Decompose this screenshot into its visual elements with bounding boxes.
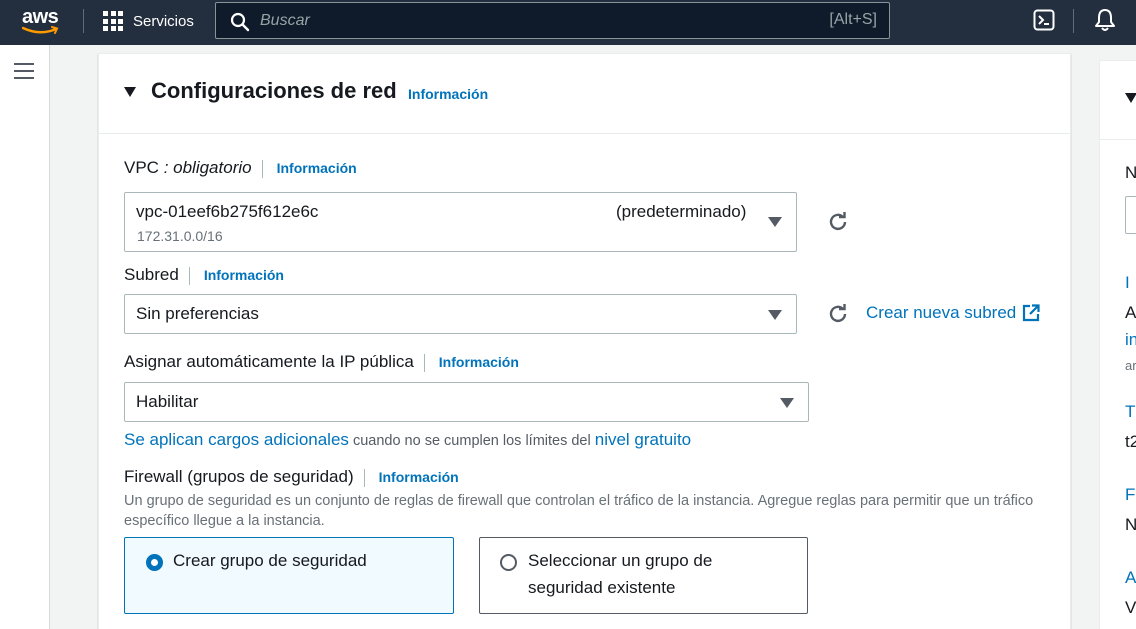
summary-text-fragment[interactable]: Fi bbox=[1125, 485, 1136, 505]
top-navigation-bar: aws Servicios [Alt+S] bbox=[0, 0, 1136, 45]
subnet-select[interactable]: Sin preferencias bbox=[124, 294, 797, 334]
vpc-required-text: : obligatorio bbox=[158, 158, 252, 177]
summary-text-fragment[interactable]: I bbox=[1125, 273, 1130, 293]
side-navigation-collapsed bbox=[0, 45, 50, 629]
collapse-caret-icon[interactable] bbox=[1125, 93, 1136, 103]
chevron-down-icon bbox=[780, 398, 794, 408]
charges-notice: Se aplican cargos adicionales cuando no … bbox=[124, 430, 691, 450]
title-info-link[interactable]: Información bbox=[408, 86, 488, 102]
summary-text-fragment: ar bbox=[1125, 358, 1136, 373]
summary-text-fragment: N bbox=[1125, 163, 1136, 182]
summary-input-fragment[interactable] bbox=[1125, 196, 1136, 234]
panel-header[interactable]: Configuraciones de red Información bbox=[99, 54, 1070, 134]
vpc-cidr: 172.31.0.0/16 bbox=[137, 228, 223, 244]
vpc-info-link[interactable]: Información bbox=[277, 160, 357, 176]
notifications-bell-icon[interactable] bbox=[1094, 8, 1116, 32]
refresh-vpc-icon[interactable] bbox=[826, 210, 850, 234]
aws-logo[interactable]: aws bbox=[20, 6, 64, 36]
vpc-select[interactable]: vpc-01eef6b275f612e6c (predeterminado) 1… bbox=[124, 192, 797, 252]
summary-text-fragment: V bbox=[1125, 598, 1136, 617]
subnet-label: Subred Información bbox=[124, 265, 284, 285]
search-icon bbox=[230, 12, 250, 32]
create-subnet-link[interactable]: Crear nueva subred bbox=[866, 303, 1040, 323]
option-label: Seleccionar un grupo de seguridad existe… bbox=[528, 551, 713, 597]
services-label: Servicios bbox=[133, 12, 194, 30]
firewall-label-text: Firewall (grupos de seguridad) bbox=[124, 467, 354, 486]
public-ip-label: Asignar automáticamente la IP pública Inf… bbox=[124, 352, 519, 372]
services-grid-icon bbox=[103, 11, 123, 31]
radio-selected[interactable] bbox=[146, 554, 163, 571]
public-ip-label-text: Asignar automáticamente la IP pública bbox=[124, 352, 414, 371]
subnet-info-link[interactable]: Información bbox=[204, 267, 284, 283]
vpc-default-tag: (predeterminado) bbox=[616, 202, 747, 221]
create-subnet-link-text: Crear nueva subred bbox=[866, 303, 1017, 322]
additional-charges-link[interactable]: Se aplican cargos adicionales bbox=[124, 430, 349, 449]
summary-text-fragment: t2 bbox=[1125, 432, 1136, 451]
panel-title: Configuraciones de red bbox=[151, 78, 397, 103]
public-ip-select[interactable]: Habilitar bbox=[124, 382, 809, 422]
subnet-select-value: Sin preferencias bbox=[136, 304, 259, 323]
public-ip-select-value: Habilitar bbox=[136, 392, 199, 411]
search-input[interactable] bbox=[260, 9, 820, 33]
external-link-icon bbox=[1023, 304, 1040, 322]
firewall-info-link[interactable]: Información bbox=[379, 469, 459, 485]
panel-divider bbox=[1100, 139, 1136, 140]
create-security-group-option[interactable]: Crear grupo de seguridad bbox=[124, 537, 454, 614]
refresh-subnet-icon[interactable] bbox=[826, 302, 850, 326]
vpc-label: VPC : obligatorio Información bbox=[124, 158, 357, 178]
summary-text-fragment: A bbox=[1125, 303, 1136, 322]
services-menu-button[interactable]: Servicios bbox=[103, 10, 194, 32]
nav-divider bbox=[83, 9, 84, 33]
free-tier-link[interactable]: nivel gratuito bbox=[595, 430, 691, 449]
firewall-description: Un grupo de seguridad es un conjunto de … bbox=[124, 493, 1034, 529]
nav-divider bbox=[1073, 9, 1074, 33]
menu-hamburger-icon[interactable] bbox=[14, 63, 34, 84]
summary-text-fragment[interactable]: in bbox=[1125, 330, 1136, 350]
label-separator bbox=[363, 468, 365, 487]
summary-text-fragment[interactable]: A bbox=[1125, 568, 1136, 588]
aws-smile-icon bbox=[22, 26, 59, 34]
option-label: Crear grupo de seguridad bbox=[173, 551, 367, 570]
public-ip-info-link[interactable]: Información bbox=[439, 354, 519, 370]
firewall-label: Firewall (grupos de seguridad) Informació… bbox=[124, 467, 459, 487]
label-separator bbox=[423, 353, 425, 372]
summary-text-fragment: N bbox=[1125, 515, 1136, 534]
network-settings-panel: Configuraciones de red Información VPC :… bbox=[98, 53, 1071, 629]
search-bar[interactable]: [Alt+S] bbox=[215, 2, 890, 39]
chevron-down-icon bbox=[768, 217, 782, 227]
label-separator bbox=[261, 159, 263, 178]
label-separator bbox=[188, 266, 190, 285]
search-shortcut-hint: [Alt+S] bbox=[829, 11, 877, 28]
subnet-label-text: Subred bbox=[124, 265, 179, 284]
summary-panel-partial: N I A in ar T t2 Fi N A V bbox=[1099, 60, 1136, 629]
cloudshell-icon[interactable] bbox=[1033, 9, 1055, 31]
summary-text-fragment[interactable]: T bbox=[1125, 402, 1135, 422]
collapse-caret-icon[interactable] bbox=[124, 87, 136, 97]
vpc-select-value: vpc-01eef6b275f612e6c bbox=[136, 202, 319, 221]
radio-unselected[interactable] bbox=[500, 554, 517, 571]
chevron-down-icon bbox=[768, 310, 782, 320]
vpc-label-text: VPC bbox=[124, 158, 159, 177]
charges-text: cuando no se cumplen los límites del bbox=[348, 433, 595, 449]
select-existing-security-group-option[interactable]: Seleccionar un grupo de seguridad existe… bbox=[479, 537, 808, 614]
